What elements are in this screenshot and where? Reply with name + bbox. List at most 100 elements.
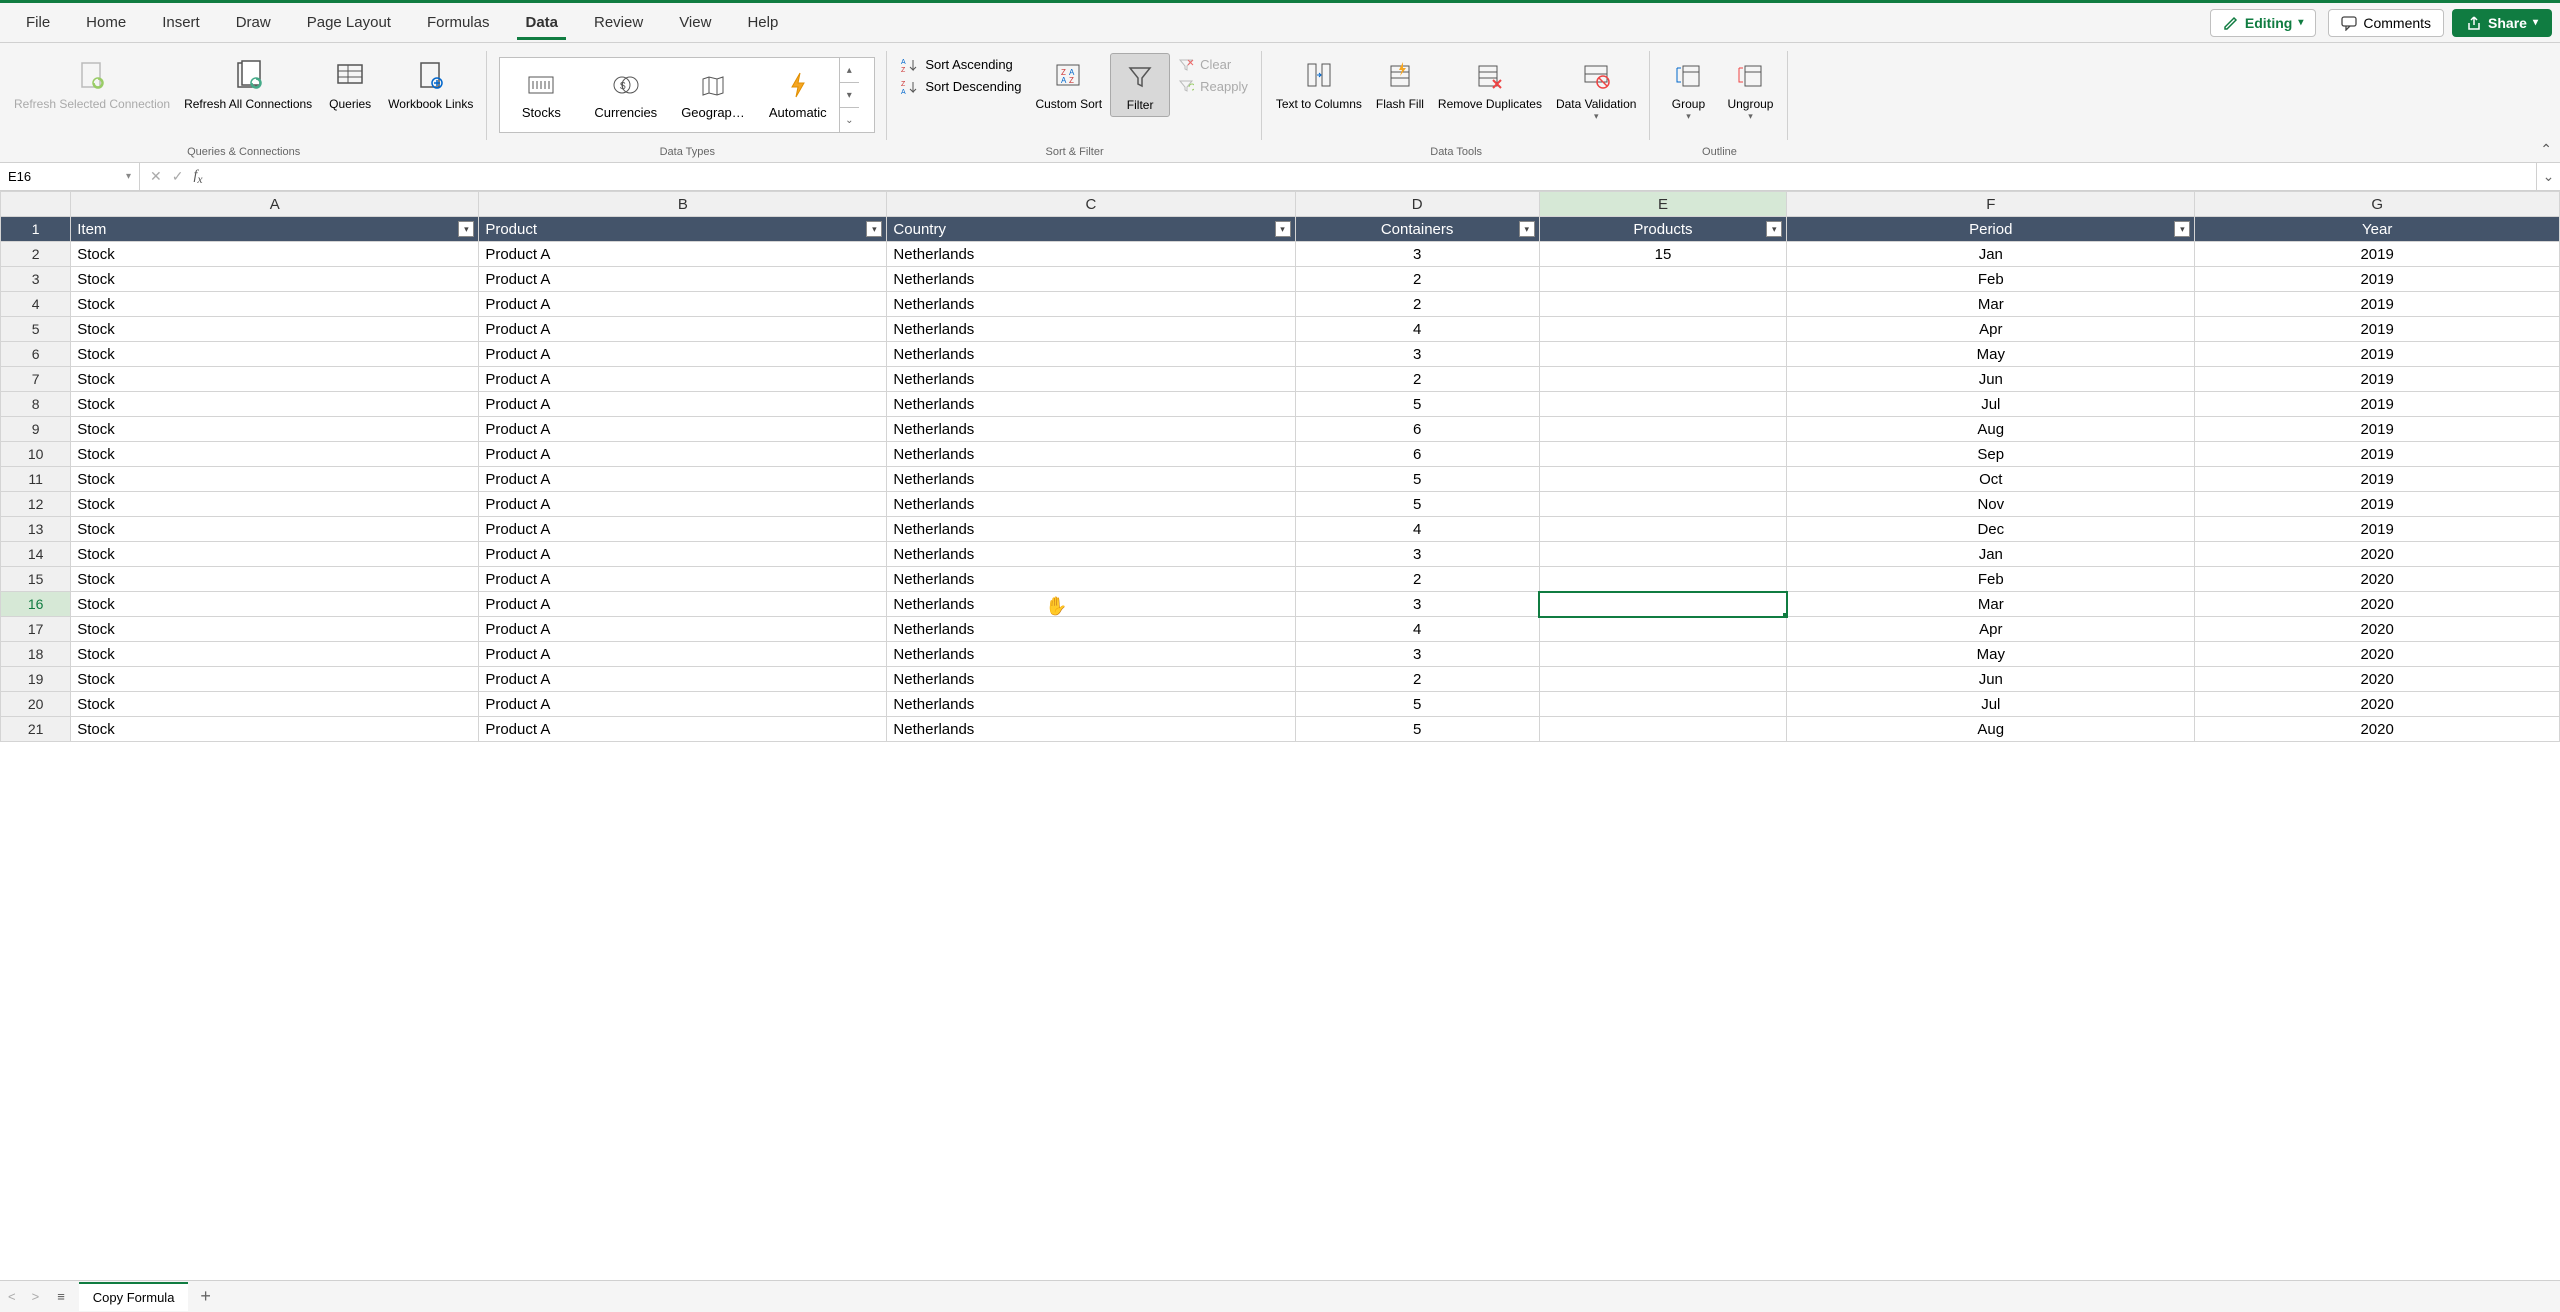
cell-E21[interactable] xyxy=(1539,717,1787,742)
cell-D17[interactable]: 4 xyxy=(1295,617,1539,642)
cell-B13[interactable]: Product A xyxy=(479,517,887,542)
column-header-E[interactable]: E xyxy=(1539,192,1787,217)
row-header-20[interactable]: 20 xyxy=(1,692,71,717)
cell-B18[interactable]: Product A xyxy=(479,642,887,667)
fx-icon[interactable]: fx xyxy=(193,168,210,186)
cell-A2[interactable]: Stock xyxy=(71,242,479,267)
cell-F16[interactable]: Mar xyxy=(1787,592,2195,617)
filter-dropdown-icon[interactable]: ▾ xyxy=(458,221,474,237)
cell-A7[interactable]: Stock xyxy=(71,367,479,392)
cell-G17[interactable]: 2020 xyxy=(2195,617,2560,642)
filter-dropdown-icon[interactable]: ▾ xyxy=(1519,221,1535,237)
cell-C21[interactable]: Netherlands xyxy=(887,717,1295,742)
text-to-columns-button[interactable]: Text to Columns xyxy=(1270,53,1368,115)
custom-sort-button[interactable]: ZAAZ Custom Sort xyxy=(1029,53,1108,115)
cell-E8[interactable] xyxy=(1539,392,1787,417)
sort-ascending-button[interactable]: AZSort Ascending xyxy=(895,55,1027,75)
cell-G19[interactable]: 2020 xyxy=(2195,667,2560,692)
cell-C16[interactable]: Netherlands xyxy=(887,592,1295,617)
cell-F11[interactable]: Oct xyxy=(1787,467,2195,492)
cell-E17[interactable] xyxy=(1539,617,1787,642)
cell-A4[interactable]: Stock xyxy=(71,292,479,317)
cell-F21[interactable]: Aug xyxy=(1787,717,2195,742)
cell-D6[interactable]: 3 xyxy=(1295,342,1539,367)
column-header-F[interactable]: F xyxy=(1787,192,2195,217)
cell-C18[interactable]: Netherlands xyxy=(887,642,1295,667)
filter-button[interactable]: Filter xyxy=(1110,53,1170,117)
cell-F13[interactable]: Dec xyxy=(1787,517,2195,542)
cell-D12[interactable]: 5 xyxy=(1295,492,1539,517)
cell-E12[interactable] xyxy=(1539,492,1787,517)
cell-C19[interactable]: Netherlands xyxy=(887,667,1295,692)
cell-D16[interactable]: 3 xyxy=(1295,592,1539,617)
cell-G20[interactable]: 2020 xyxy=(2195,692,2560,717)
cancel-formula-button[interactable]: ✕ xyxy=(150,168,162,185)
row-header-18[interactable]: 18 xyxy=(1,642,71,667)
row-header-17[interactable]: 17 xyxy=(1,617,71,642)
cell-G12[interactable]: 2019 xyxy=(2195,492,2560,517)
cell-A9[interactable]: Stock xyxy=(71,417,479,442)
table-header-cell[interactable]: Year xyxy=(2195,217,2560,242)
cell-C2[interactable]: Netherlands xyxy=(887,242,1295,267)
cell-F15[interactable]: Feb xyxy=(1787,567,2195,592)
cell-A14[interactable]: Stock xyxy=(71,542,479,567)
cell-B16[interactable]: Product A xyxy=(479,592,887,617)
cell-G5[interactable]: 2019 xyxy=(2195,317,2560,342)
datatypes-gallery[interactable]: Stocks $Currencies Geograp… Automatic ▴▾… xyxy=(499,57,875,133)
row-header-4[interactable]: 4 xyxy=(1,292,71,317)
cell-F14[interactable]: Jan xyxy=(1787,542,2195,567)
group-button[interactable]: Group▾ xyxy=(1658,53,1718,126)
data-validation-button[interactable]: Data Validation▾ xyxy=(1550,53,1643,126)
cell-F7[interactable]: Jun xyxy=(1787,367,2195,392)
cell-A15[interactable]: Stock xyxy=(71,567,479,592)
cell-G6[interactable]: 2019 xyxy=(2195,342,2560,367)
cell-D11[interactable]: 5 xyxy=(1295,467,1539,492)
cell-E2[interactable]: 15 xyxy=(1539,242,1787,267)
cell-G14[interactable]: 2020 xyxy=(2195,542,2560,567)
row-header-10[interactable]: 10 xyxy=(1,442,71,467)
cell-A5[interactable]: Stock xyxy=(71,317,479,342)
cell-A12[interactable]: Stock xyxy=(71,492,479,517)
cell-C12[interactable]: Netherlands xyxy=(887,492,1295,517)
row-header-6[interactable]: 6 xyxy=(1,342,71,367)
menu-tab-page-layout[interactable]: Page Layout xyxy=(289,6,409,39)
cell-E19[interactable] xyxy=(1539,667,1787,692)
cell-G9[interactable]: 2019 xyxy=(2195,417,2560,442)
column-header-G[interactable]: G xyxy=(2195,192,2560,217)
row-header-3[interactable]: 3 xyxy=(1,267,71,292)
cell-F2[interactable]: Jan xyxy=(1787,242,2195,267)
column-header-C[interactable]: C xyxy=(887,192,1295,217)
name-box[interactable]: ▾ xyxy=(0,163,140,190)
cell-F8[interactable]: Jul xyxy=(1787,392,2195,417)
cell-E16[interactable] xyxy=(1539,592,1787,617)
cell-C14[interactable]: Netherlands xyxy=(887,542,1295,567)
table-header-cell[interactable]: Period▾ xyxy=(1787,217,2195,242)
menu-tab-data[interactable]: Data xyxy=(507,6,576,39)
cell-F10[interactable]: Sep xyxy=(1787,442,2195,467)
cell-B9[interactable]: Product A xyxy=(479,417,887,442)
row-header-11[interactable]: 11 xyxy=(1,467,71,492)
cell-G10[interactable]: 2019 xyxy=(2195,442,2560,467)
table-header-cell[interactable]: Item▾ xyxy=(71,217,479,242)
cell-E9[interactable] xyxy=(1539,417,1787,442)
row-header-1[interactable]: 1 xyxy=(1,217,71,242)
cell-D19[interactable]: 2 xyxy=(1295,667,1539,692)
editing-mode-button[interactable]: Editing ▾ xyxy=(2210,9,2316,37)
cell-B5[interactable]: Product A xyxy=(479,317,887,342)
cell-G4[interactable]: 2019 xyxy=(2195,292,2560,317)
cell-E7[interactable] xyxy=(1539,367,1787,392)
table-header-cell[interactable]: Products▾ xyxy=(1539,217,1787,242)
cell-G2[interactable]: 2019 xyxy=(2195,242,2560,267)
row-header-16[interactable]: 16 xyxy=(1,592,71,617)
cell-F18[interactable]: May xyxy=(1787,642,2195,667)
menu-tab-draw[interactable]: Draw xyxy=(218,6,289,39)
cell-B2[interactable]: Product A xyxy=(479,242,887,267)
row-header-2[interactable]: 2 xyxy=(1,242,71,267)
queries-button[interactable]: Queries xyxy=(320,53,380,115)
row-header-8[interactable]: 8 xyxy=(1,392,71,417)
row-header-5[interactable]: 5 xyxy=(1,317,71,342)
sheet-tab-active[interactable]: Copy Formula xyxy=(79,1282,189,1311)
cell-G8[interactable]: 2019 xyxy=(2195,392,2560,417)
filter-dropdown-icon[interactable]: ▾ xyxy=(1275,221,1291,237)
cell-A18[interactable]: Stock xyxy=(71,642,479,667)
